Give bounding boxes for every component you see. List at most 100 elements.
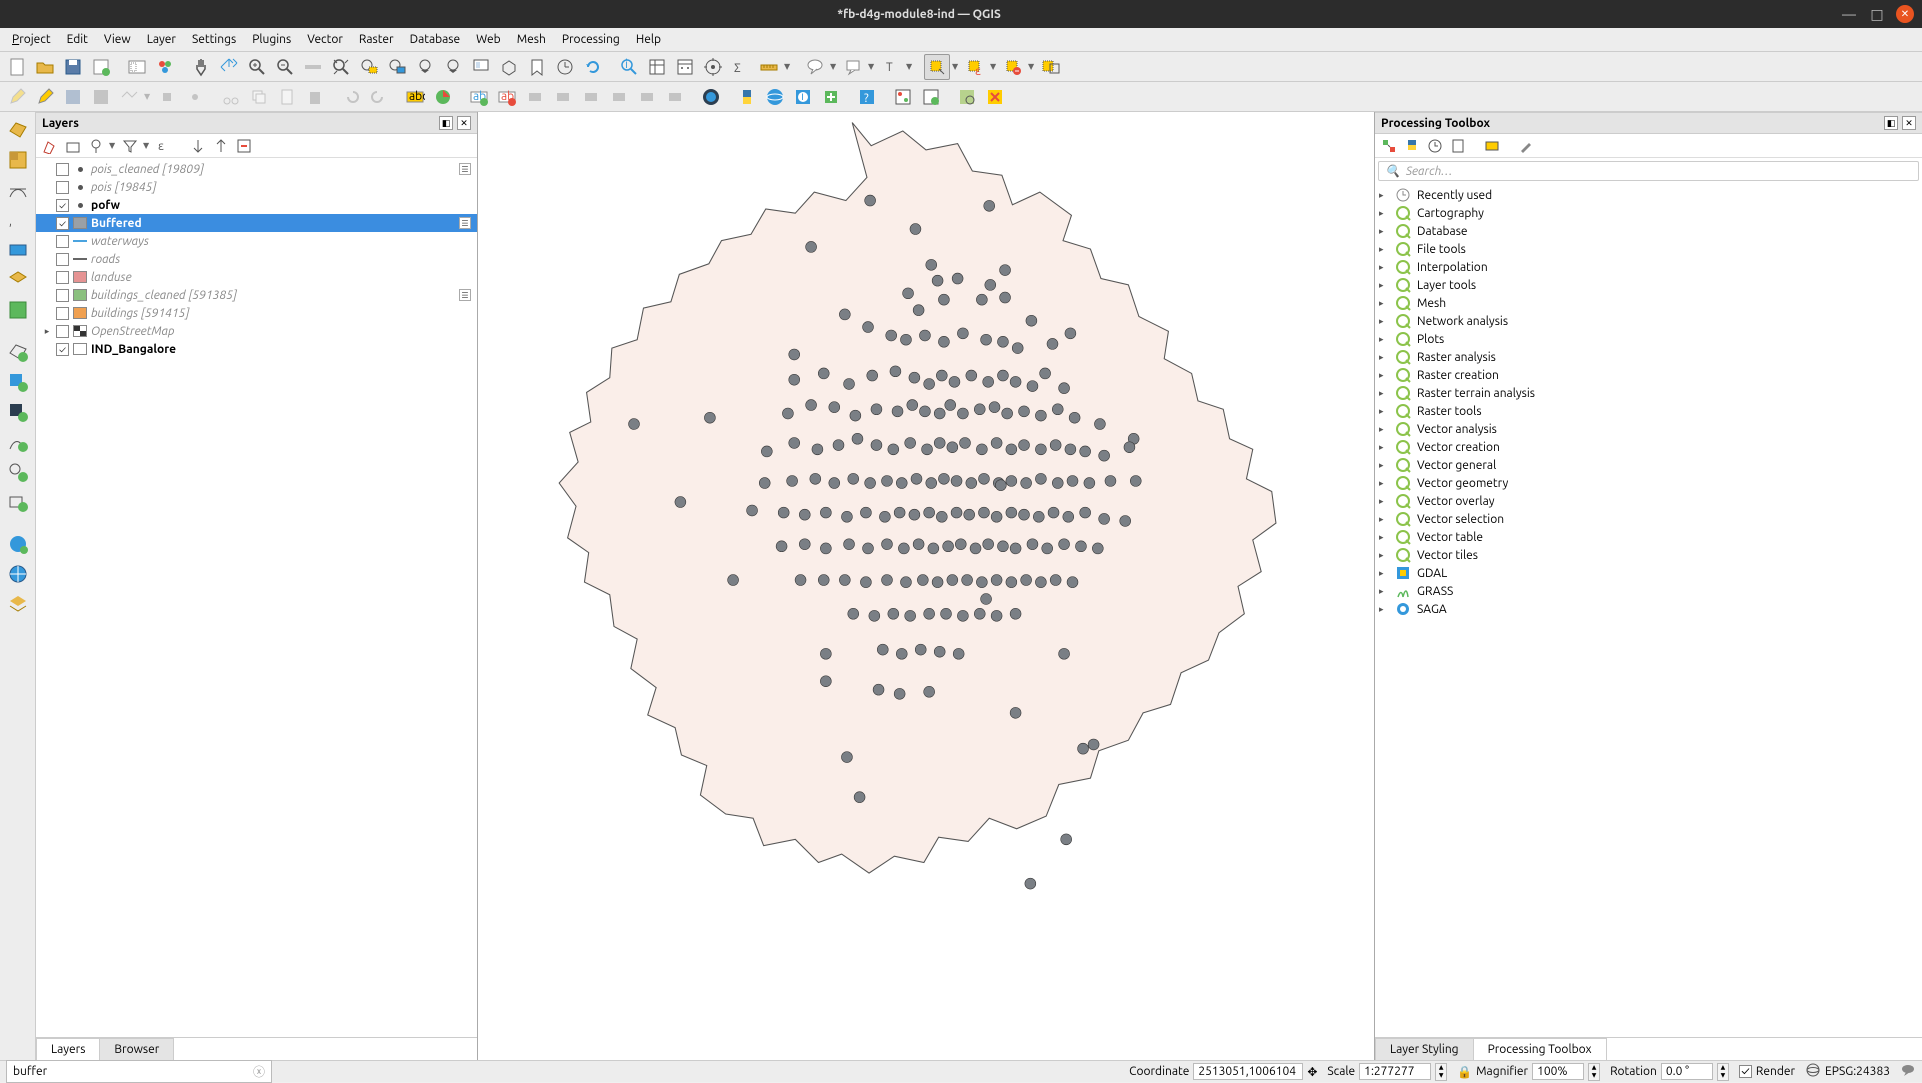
magnifier-input[interactable] (1532, 1063, 1584, 1080)
layer-checkbox[interactable] (56, 253, 69, 266)
layers-close-button[interactable]: ✕ (457, 116, 471, 130)
annotation-tool[interactable] (840, 54, 866, 80)
processing-item[interactable]: ▸Plots (1377, 330, 1920, 348)
layer-item[interactable]: waterways (36, 232, 477, 250)
proc-results-button[interactable] (1448, 136, 1468, 156)
new-memory-button[interactable] (3, 428, 33, 456)
menu-mesh[interactable]: Mesh (509, 30, 554, 49)
open-attribute-table-button[interactable] (644, 54, 670, 80)
processing-item[interactable]: ▸Vector geometry (1377, 474, 1920, 492)
menu-help[interactable]: Help (628, 30, 669, 49)
menu-processing[interactable]: Processing (554, 30, 628, 49)
layer-checkbox[interactable] (56, 307, 69, 320)
tab-layers[interactable]: Layers (36, 1038, 100, 1060)
identify-tool[interactable]: i (616, 54, 642, 80)
coordinate-input[interactable] (1193, 1063, 1303, 1080)
menu-edit[interactable]: Edit (59, 30, 96, 49)
identify-feature-button[interactable]: i (790, 84, 816, 110)
layers-tree[interactable]: pois_cleaned [19809]☰pois [19845]✓pofw✓B… (36, 158, 477, 1037)
layer-item[interactable]: pois [19845] (36, 178, 477, 196)
add-spatialite-button[interactable] (3, 236, 33, 264)
layer-checkbox[interactable] (56, 163, 69, 176)
processing-item[interactable]: ▸Vector selection (1377, 510, 1920, 528)
processing-item[interactable]: ▸Database (1377, 222, 1920, 240)
processing-undock-button[interactable]: ◧ (1884, 116, 1898, 130)
add-group-button[interactable] (63, 136, 83, 156)
processing-item[interactable]: ▸Raster creation (1377, 366, 1920, 384)
expand-all-button[interactable] (188, 136, 208, 156)
processing-item[interactable]: ▸Network analysis (1377, 312, 1920, 330)
clear-search-icon[interactable]: ⓧ (253, 1063, 265, 1080)
layers-undock-button[interactable]: ◧ (439, 116, 453, 130)
menu-view[interactable]: View (96, 30, 139, 49)
tab-browser[interactable]: Browser (99, 1038, 174, 1060)
rotation-input[interactable] (1661, 1063, 1713, 1080)
processing-item[interactable]: ▸Mesh (1377, 294, 1920, 312)
filter-legend-button[interactable] (120, 136, 140, 156)
new-print-layout-button[interactable] (88, 54, 114, 80)
layer-checkbox[interactable] (56, 325, 69, 338)
new-virtual-button[interactable] (3, 458, 33, 486)
layer-checkbox[interactable] (56, 271, 69, 284)
render-checkbox[interactable]: ✓ (1739, 1065, 1752, 1078)
temporal-controller-button[interactable] (552, 54, 578, 80)
layer-checkbox[interactable]: ✓ (56, 217, 69, 230)
new-gpx-button[interactable] (3, 488, 33, 516)
processing-item[interactable]: ▸Layer tools (1377, 276, 1920, 294)
processing-item[interactable]: ▸Cartography (1377, 204, 1920, 222)
new-map-view-button[interactable] (468, 54, 494, 80)
select-value-dropdown[interactable]: ▼ (990, 62, 998, 71)
locator-search[interactable]: buffer ⓧ (6, 1060, 272, 1083)
proc-history-button[interactable] (1425, 136, 1445, 156)
add-raster-layer-button[interactable] (3, 146, 33, 174)
processing-item[interactable]: ▸Vector overlay (1377, 492, 1920, 510)
processing-item[interactable]: ▸Vector analysis (1377, 420, 1920, 438)
new-bookmark-button[interactable] (524, 54, 550, 80)
feature-count-icon[interactable]: ☰ (459, 289, 471, 301)
labeling-button[interactable]: abc (402, 84, 428, 110)
layer-checkbox[interactable]: ✓ (56, 199, 69, 212)
python-console-button[interactable] (734, 84, 760, 110)
new-project-button[interactable] (4, 54, 30, 80)
menu-database[interactable]: Database (402, 30, 469, 49)
feature-count-icon[interactable]: ☰ (459, 217, 471, 229)
menu-web[interactable]: Web (468, 30, 509, 49)
processing-item[interactable]: ▸Raster analysis (1377, 348, 1920, 366)
proc-script-button[interactable] (1402, 136, 1422, 156)
diagram-button[interactable] (430, 84, 456, 110)
processing-item[interactable]: ▸Raster tools (1377, 402, 1920, 420)
menu-plugins[interactable]: Plugins (244, 30, 299, 49)
proc-model-button[interactable] (1379, 136, 1399, 156)
toggle-editing-button[interactable] (32, 84, 58, 110)
text-annotation-tool[interactable]: T (878, 54, 904, 80)
maptips-dropdown[interactable]: ▼ (830, 62, 838, 71)
add-delimited-layer-button[interactable]: , (3, 206, 33, 234)
menu-layer[interactable]: Layer (139, 30, 184, 49)
menu-raster[interactable]: Raster (351, 30, 402, 49)
add-arcgis-button[interactable] (3, 560, 33, 588)
annotation-dropdown[interactable]: ▼ (868, 62, 876, 71)
processing-item[interactable]: ▸Raster terrain analysis (1377, 384, 1920, 402)
pan-to-selection-tool[interactable] (216, 54, 242, 80)
filter-expression-button[interactable]: ε (154, 136, 174, 156)
measure-dropdown[interactable]: ▼ (784, 62, 792, 71)
crs-label[interactable]: EPSG:24383 (1825, 1065, 1890, 1078)
menu-vector[interactable]: Vector (299, 30, 351, 49)
zoom-last-tool[interactable] (412, 54, 438, 80)
processing-close-button[interactable]: ✕ (1902, 116, 1916, 130)
refresh-button[interactable] (580, 54, 606, 80)
coordinate-toggle-icon[interactable]: ✥ (1307, 1065, 1317, 1079)
add-xyz-button[interactable] (3, 590, 33, 618)
layer-item[interactable]: ▸OpenStreetMap (36, 322, 477, 340)
processing-item[interactable]: ▸GRASS (1377, 582, 1920, 600)
new-geopackage-button[interactable] (3, 398, 33, 426)
map-canvas[interactable] (478, 112, 1374, 1060)
style-preset-button[interactable] (40, 136, 60, 156)
tab-layer-styling[interactable]: Layer Styling (1375, 1038, 1474, 1060)
magnifier-spinner[interactable]: ▲▼ (1588, 1063, 1600, 1081)
new-spatialite-button[interactable] (3, 368, 33, 396)
help-button[interactable]: ? (854, 84, 880, 110)
feature-count-icon[interactable]: ☰ (459, 163, 471, 175)
zoom-selection-tool[interactable] (356, 54, 382, 80)
new-shapefile-button[interactable] (3, 338, 33, 366)
